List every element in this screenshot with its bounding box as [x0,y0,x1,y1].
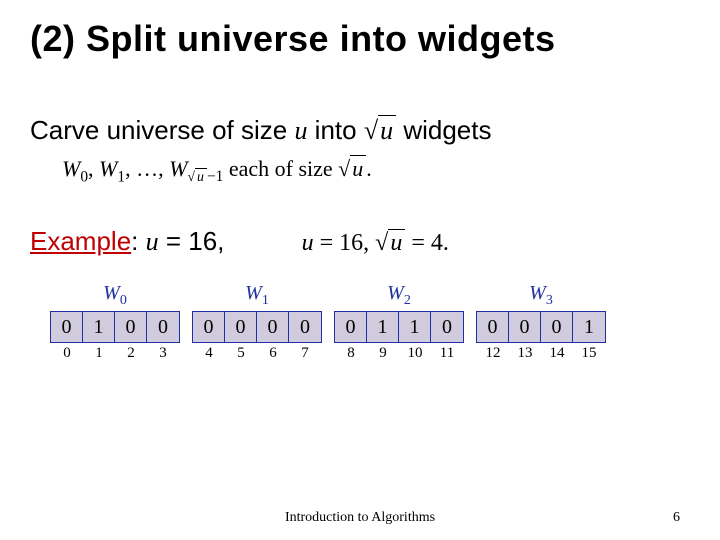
cell: 0 [147,312,179,342]
widget-cells-3: 0001 [476,311,606,343]
widget-label-1: W1 [245,282,269,309]
slide: (2) Split universe into widgets Carve un… [0,0,720,540]
cell: 0 [335,312,367,342]
w-sub-0: 0 [80,168,88,185]
sqrt-u-icon: u [364,116,396,146]
example-eq: = 16, [159,226,225,256]
widget-label-0: W0 [103,282,127,309]
index-label: 4 [193,343,225,362]
widget-3: W3000112131415 [476,282,606,362]
example-tail: u = 16, u = 4. [302,230,449,257]
example-tail-eq: = 16, [314,230,376,256]
cell: 0 [193,312,225,342]
widget-indices-3: 12131415 [477,343,605,362]
cell: 1 [367,312,399,342]
cell: 0 [509,312,541,342]
widgets-row: W001000123W100004567W20110891011W3000112… [50,282,690,362]
carve-text-mid: into [307,115,363,145]
sqrt-u-icon-2: u [338,156,366,182]
cell: 1 [83,312,115,342]
each-text: each of size [223,156,338,181]
sep-0: , [88,156,99,181]
example-label: Example [30,226,131,256]
widget-indices-1: 4567 [193,343,321,362]
widget-label-3: W3 [529,282,553,309]
page-number: 6 [673,510,680,526]
example-u: u [146,227,159,256]
carve-line: Carve universe of size u into u widgets [30,115,690,146]
cell: 0 [225,312,257,342]
index-label: 13 [509,343,541,362]
widget-diagram: W001000123W100004567W20110891011W3000112… [50,282,690,362]
widget-2: W20110891011 [334,282,464,362]
index-label: 10 [399,343,431,362]
w-letter-1: W [99,156,117,181]
widget-1: W100004567 [192,282,322,362]
ellipsis: … [136,156,158,181]
index-label: 0 [51,343,83,362]
widget-cells-1: 0000 [192,311,322,343]
cell: 0 [431,312,463,342]
cell: 0 [477,312,509,342]
index-label: 7 [289,343,321,362]
index-label: 12 [477,343,509,362]
widget-indices-0: 0123 [51,343,179,362]
widget-0: W001000123 [50,282,180,362]
cell: 0 [289,312,321,342]
index-label: 2 [115,343,147,362]
period: . [366,156,372,181]
index-label: 15 [573,343,605,362]
index-label: 6 [257,343,289,362]
index-label: 9 [367,343,399,362]
carve-text-post: widgets [396,115,491,145]
widget-indices-2: 891011 [335,343,463,362]
w-sub-last: u−1 [187,168,223,185]
sqrt-arg: u [378,115,396,145]
cell: 0 [541,312,573,342]
index-label: 3 [147,343,179,362]
slide-title: (2) Split universe into widgets [30,18,690,60]
sqrt-u-icon-3: u [375,230,405,257]
widget-cells-0: 0100 [50,311,180,343]
w-letter-0: W [62,156,80,181]
carve-text-pre: Carve universe of size [30,115,294,145]
index-label: 5 [225,343,257,362]
cell: 1 [573,312,605,342]
widget-label-2: W2 [387,282,411,309]
index-label: 14 [541,343,573,362]
w-letter-last: W [169,156,187,181]
cell: 0 [115,312,147,342]
widgets-enumeration: W0, W1, …, Wu−1 each of size u. [62,156,690,186]
footer-text: Introduction to Algorithms [0,510,720,526]
sep-2: , [158,156,169,181]
sep-1: , [125,156,136,181]
example-line: Example: u = 16, u = 16, u = 4. [30,226,690,257]
example-colon: : [131,226,145,256]
index-label: 8 [335,343,367,362]
index-label: 1 [83,343,115,362]
index-label: 11 [431,343,463,362]
example-tail-u: u [302,230,314,256]
cell: 1 [399,312,431,342]
widget-cells-2: 0110 [334,311,464,343]
variable-u: u [294,116,307,145]
cell: 0 [51,312,83,342]
example-tail-eq2: = 4. [405,230,449,256]
w-sub-1: 1 [117,168,125,185]
cell: 0 [257,312,289,342]
